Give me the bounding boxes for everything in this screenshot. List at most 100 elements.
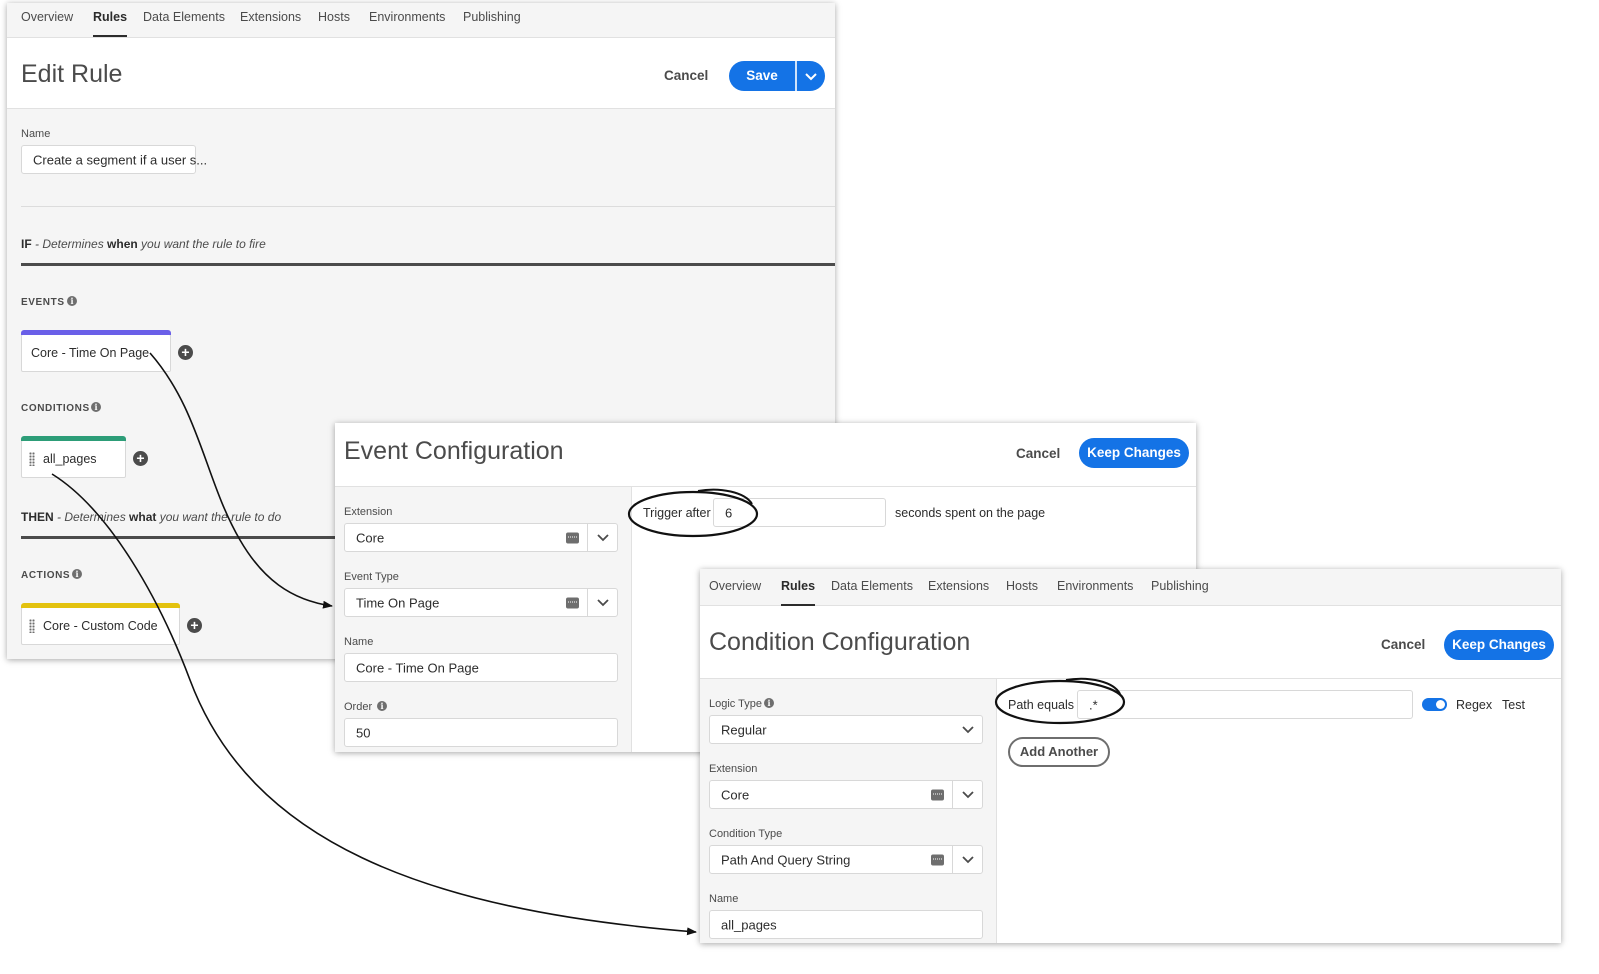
drag-handle-icon[interactable] [29, 619, 35, 633]
tab-hosts[interactable]: Hosts [318, 9, 350, 25]
data-element-icon[interactable] [566, 532, 579, 543]
data-element-icon[interactable] [931, 854, 944, 865]
if-desc-post: you want the rule to fire [137, 237, 266, 251]
event-name-input[interactable]: Core - Time On Page [344, 653, 618, 682]
condition-configuration-panel: Overview Rules Data Elements Extensions … [700, 569, 1561, 943]
test-link[interactable]: Test [1502, 698, 1525, 712]
order-label: Order [344, 701, 373, 713]
extension-select[interactable]: Core [344, 523, 618, 552]
tab-extensions[interactable]: Extensions [928, 578, 989, 594]
if-section-heading: IF - Determines when you want the rule t… [21, 237, 266, 251]
info-icon[interactable]: i [377, 701, 387, 711]
save-button-group: Save [729, 61, 825, 91]
info-icon[interactable]: i [72, 569, 82, 579]
name-label: Name [709, 893, 739, 905]
drag-handle-icon[interactable] [29, 452, 35, 466]
tab-publishing[interactable]: Publishing [463, 9, 521, 25]
condition-card[interactable]: all_pages [21, 436, 126, 478]
event-type-select[interactable]: Time On Page [344, 588, 618, 617]
tab-overview[interactable]: Overview [21, 9, 73, 25]
logic-type-label: Logic Type [709, 698, 763, 710]
keep-changes-button[interactable]: Keep Changes [1079, 438, 1189, 468]
event-config-left-column: Extension Core Event Type Time On Page N… [335, 487, 632, 752]
cancel-button[interactable]: Cancel [1016, 446, 1060, 461]
action-card-accent [21, 603, 180, 608]
then-keyword: THEN [21, 510, 54, 524]
condition-config-header: Condition Configuration Cancel Keep Chan… [700, 606, 1561, 679]
cancel-button[interactable]: Cancel [664, 68, 708, 83]
select-divider [587, 589, 588, 616]
then-section-heading: THEN - Determines what you want the rule… [21, 510, 281, 524]
path-input[interactable]: .* [1077, 690, 1413, 719]
trigger-suffix-text: seconds spent on the page [895, 506, 1046, 520]
if-desc-bold: when [107, 237, 138, 251]
trigger-seconds-input[interactable]: 6 [713, 498, 886, 527]
tab-environments[interactable]: Environments [1057, 578, 1133, 594]
condition-name-value: all_pages [721, 917, 777, 932]
event-config-header: Event Configuration Cancel Keep Changes [335, 423, 1196, 487]
data-element-icon[interactable] [566, 597, 579, 608]
regex-toggle[interactable] [1422, 698, 1447, 711]
select-divider [587, 524, 588, 551]
chevron-down-icon[interactable] [962, 855, 974, 864]
divider [21, 206, 835, 207]
rule-name-value: Create a segment if a user s... [33, 152, 208, 167]
condition-type-value: Path And Query String [721, 852, 851, 867]
tab-rules[interactable]: Rules [781, 578, 816, 606]
logic-type-select[interactable]: Regular [709, 715, 983, 744]
regex-label: Regex [1456, 698, 1493, 712]
info-icon[interactable]: i [764, 698, 774, 708]
path-value: .* [1089, 697, 1098, 712]
tab-rules[interactable]: Rules [93, 9, 128, 37]
trigger-after-label: Trigger after [643, 506, 711, 520]
condition-config-settings: Path equals .* Regex Test Add Another [998, 679, 1561, 943]
extension-value: Core [721, 787, 750, 802]
tab-data-elements[interactable]: Data Elements [143, 9, 225, 25]
data-element-icon[interactable] [931, 789, 944, 800]
condition-name-input[interactable]: all_pages [709, 910, 983, 939]
add-action-icon[interactable]: + [187, 618, 202, 633]
chevron-down-icon[interactable] [797, 61, 825, 91]
event-card[interactable]: Core - Time On Page [21, 330, 171, 372]
chevron-down-icon[interactable] [962, 790, 974, 799]
top-nav: Overview Rules Data Elements Extensions … [7, 3, 835, 38]
name-label: Name [21, 128, 51, 140]
rule-name-input[interactable]: Create a segment if a user s... [21, 145, 207, 174]
add-another-button[interactable]: Add Another [1008, 737, 1110, 767]
tab-extensions[interactable]: Extensions [240, 9, 301, 25]
event-card-label: Core - Time On Page [31, 346, 150, 360]
keep-changes-button[interactable]: Keep Changes [1444, 630, 1554, 660]
tab-hosts[interactable]: Hosts [1006, 578, 1038, 594]
logic-type-value: Regular [721, 722, 767, 737]
order-input[interactable]: 50 [344, 718, 618, 747]
actions-label: ACTIONS [21, 570, 71, 581]
add-event-icon[interactable]: + [178, 345, 193, 360]
chevron-down-icon[interactable] [962, 725, 974, 734]
select-divider [952, 846, 953, 873]
chevron-down-icon[interactable] [597, 533, 609, 542]
then-desc-bold: what [129, 510, 157, 524]
info-icon[interactable]: i [67, 296, 77, 306]
condition-card-label: all_pages [43, 452, 97, 466]
save-button[interactable]: Save [729, 61, 795, 91]
add-condition-icon[interactable]: + [133, 451, 148, 466]
if-keyword: IF [21, 237, 32, 251]
edit-rule-header: Edit Rule Cancel Save [7, 38, 835, 109]
order-value: 50 [356, 725, 371, 740]
info-icon[interactable]: i [91, 402, 101, 412]
tab-overview[interactable]: Overview [709, 578, 761, 594]
action-card[interactable]: Core - Custom Code [21, 603, 180, 645]
top-nav: Overview Rules Data Elements Extensions … [700, 569, 1561, 606]
condition-type-select[interactable]: Path And Query String [709, 845, 983, 874]
action-card-label: Core - Custom Code [43, 619, 158, 633]
tab-publishing[interactable]: Publishing [1151, 578, 1209, 594]
cancel-button[interactable]: Cancel [1381, 637, 1425, 652]
extension-value: Core [356, 530, 385, 545]
event-config-title: Event Configuration [344, 437, 564, 465]
tab-data-elements[interactable]: Data Elements [831, 578, 913, 594]
condition-card-accent [21, 436, 126, 441]
name-label: Name [344, 636, 374, 648]
tab-environments[interactable]: Environments [369, 9, 445, 25]
extension-select[interactable]: Core [709, 780, 983, 809]
chevron-down-icon[interactable] [597, 598, 609, 607]
